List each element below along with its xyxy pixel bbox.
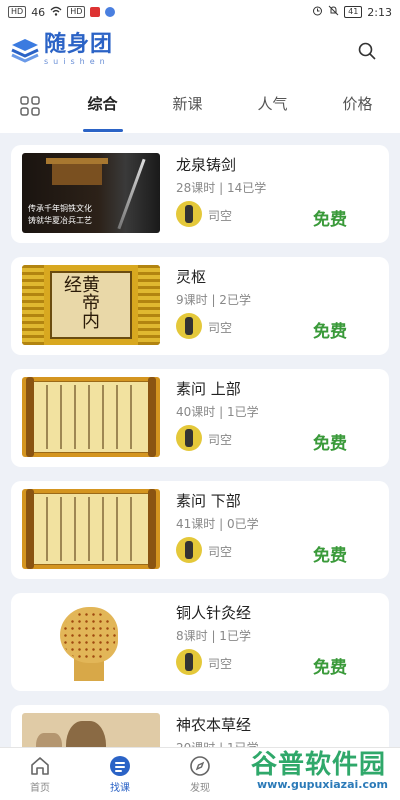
author-avatar — [176, 537, 202, 563]
network-badge-2: HD — [67, 6, 86, 18]
course-card[interactable]: 传承千年铜铁文化 铸就华夏冶兵工艺 龙泉铸剑 28课时 | 14已学 司空 免费 — [11, 145, 389, 243]
course-card[interactable]: 神农本草经 20课时 | 1已学 司空 免费 — [11, 705, 389, 747]
watermark-url: www.gupuxiazai.com — [257, 778, 388, 791]
grid-menu-button[interactable] — [0, 80, 60, 132]
tab-price[interactable]: 价格 — [315, 80, 400, 132]
course-icon — [110, 755, 130, 776]
course-title: 神农本草经 — [176, 716, 252, 734]
nav-courses[interactable]: 找课 — [80, 748, 160, 800]
scroll-rod — [26, 489, 34, 569]
course-thumbnail — [22, 489, 160, 569]
scroll-text-columns — [38, 497, 144, 561]
author-name: 司空 — [208, 545, 233, 559]
course-card[interactable]: 素问 上部 40课时 | 1已学 司空 免费 — [11, 369, 389, 467]
alarm-icon — [312, 5, 323, 19]
course-title: 灵枢 — [176, 268, 207, 286]
author-name: 司空 — [208, 321, 233, 335]
tab-new[interactable]: 新课 — [145, 80, 230, 132]
gate-graphic — [46, 158, 108, 185]
figure-graphic — [36, 733, 62, 747]
app-notification-icon — [105, 7, 116, 17]
watermark: 谷普软件园 www.gupuxiazai.com — [214, 744, 394, 796]
author-name: 司空 — [208, 433, 233, 447]
category-tabs: 综合 新课 人气 价格 — [0, 80, 400, 132]
logo-subtitle: suishen — [44, 57, 110, 66]
watermark-title: 谷普软件园 — [250, 750, 386, 780]
course-title: 素问 下部 — [176, 492, 241, 510]
clock: 2:13 — [367, 5, 392, 19]
scroll-rod — [26, 377, 34, 457]
course-meta: 28课时 | 14已学 — [176, 181, 267, 195]
course-price: 免费 — [313, 434, 347, 454]
course-card[interactable]: 素问 下部 41课时 | 0已学 司空 免费 — [11, 481, 389, 579]
sword-graphic — [117, 158, 146, 230]
app-logo: 随身团 suishen — [10, 34, 113, 66]
acupuncture-points — [62, 611, 116, 661]
mute-icon — [328, 5, 339, 19]
tab-popular[interactable]: 人气 — [230, 80, 315, 132]
thumbnail-caption: 传承千年铜铁文化 — [28, 204, 92, 213]
course-thumbnail — [22, 377, 160, 457]
course-card[interactable]: 黄帝内经 灵枢 9课时 | 2已学 司空 免费 — [11, 257, 389, 355]
course-card[interactable]: 铜人针灸经 8课时 | 1已学 司空 免费 — [11, 593, 389, 691]
thumbnail-border — [22, 265, 44, 345]
course-title: 龙泉铸剑 — [176, 156, 237, 174]
course-thumbnail: 黄帝内经 — [22, 265, 160, 345]
logo-title: 随身团 — [44, 32, 114, 57]
course-price: 免费 — [313, 546, 347, 566]
signal-label: 46 — [31, 5, 46, 19]
course-thumbnail — [22, 713, 160, 747]
thumbnail-caption: 黄帝内经 — [61, 275, 100, 329]
course-price: 免费 — [313, 210, 347, 230]
scroll-rod — [148, 489, 156, 569]
course-price: 免费 — [313, 322, 347, 342]
nav-courses-label: 找课 — [110, 782, 130, 794]
nav-home[interactable]: 首页 — [0, 748, 80, 800]
author-avatar — [176, 313, 202, 339]
course-price: 免费 — [313, 658, 347, 678]
grid-icon — [20, 96, 40, 116]
search-icon[interactable] — [356, 40, 378, 62]
figure-graphic — [66, 721, 106, 747]
status-right: 41 2:13 — [312, 5, 392, 19]
course-list: 传承千年铜铁文化 铸就华夏冶兵工艺 龙泉铸剑 28课时 | 14已学 司空 免费… — [0, 133, 400, 747]
home-icon — [31, 756, 49, 775]
author-avatar — [176, 649, 202, 675]
thumbnail-border — [138, 265, 160, 345]
app-header: 随身团 suishen — [0, 24, 400, 76]
battery-icon: 41 — [344, 6, 363, 18]
nav-discover-label: 发现 — [190, 782, 210, 794]
course-title: 素问 上部 — [176, 380, 241, 398]
scroll-rod — [148, 377, 156, 457]
scroll-text-columns — [38, 385, 144, 449]
thumbnail-caption: 铸就华夏冶兵工艺 — [28, 216, 92, 225]
discover-icon — [190, 755, 210, 776]
author-avatar — [176, 201, 202, 227]
logo-mark-icon — [11, 39, 39, 63]
network-badge: HD — [8, 6, 27, 18]
course-thumbnail: 传承千年铜铁文化 铸就华夏冶兵工艺 — [22, 153, 160, 233]
course-meta: 41课时 | 0已学 — [176, 517, 259, 531]
course-thumbnail — [22, 601, 160, 681]
notification-icon — [90, 7, 101, 17]
course-meta: 9课时 | 2已学 — [176, 293, 251, 307]
status-left: HD 46 HD — [8, 5, 116, 19]
course-meta: 8课时 | 1已学 — [176, 629, 251, 643]
wifi-icon — [50, 6, 62, 19]
course-title: 铜人针灸经 — [176, 604, 252, 622]
nav-home-label: 首页 — [30, 782, 50, 794]
status-bar: HD 46 HD 41 2:13 — [0, 0, 400, 24]
author-name: 司空 — [208, 657, 233, 671]
author-avatar — [176, 425, 202, 451]
author-name: 司空 — [208, 209, 233, 223]
course-meta: 40课时 | 1已学 — [176, 405, 259, 419]
tab-comprehensive[interactable]: 综合 — [60, 80, 145, 132]
